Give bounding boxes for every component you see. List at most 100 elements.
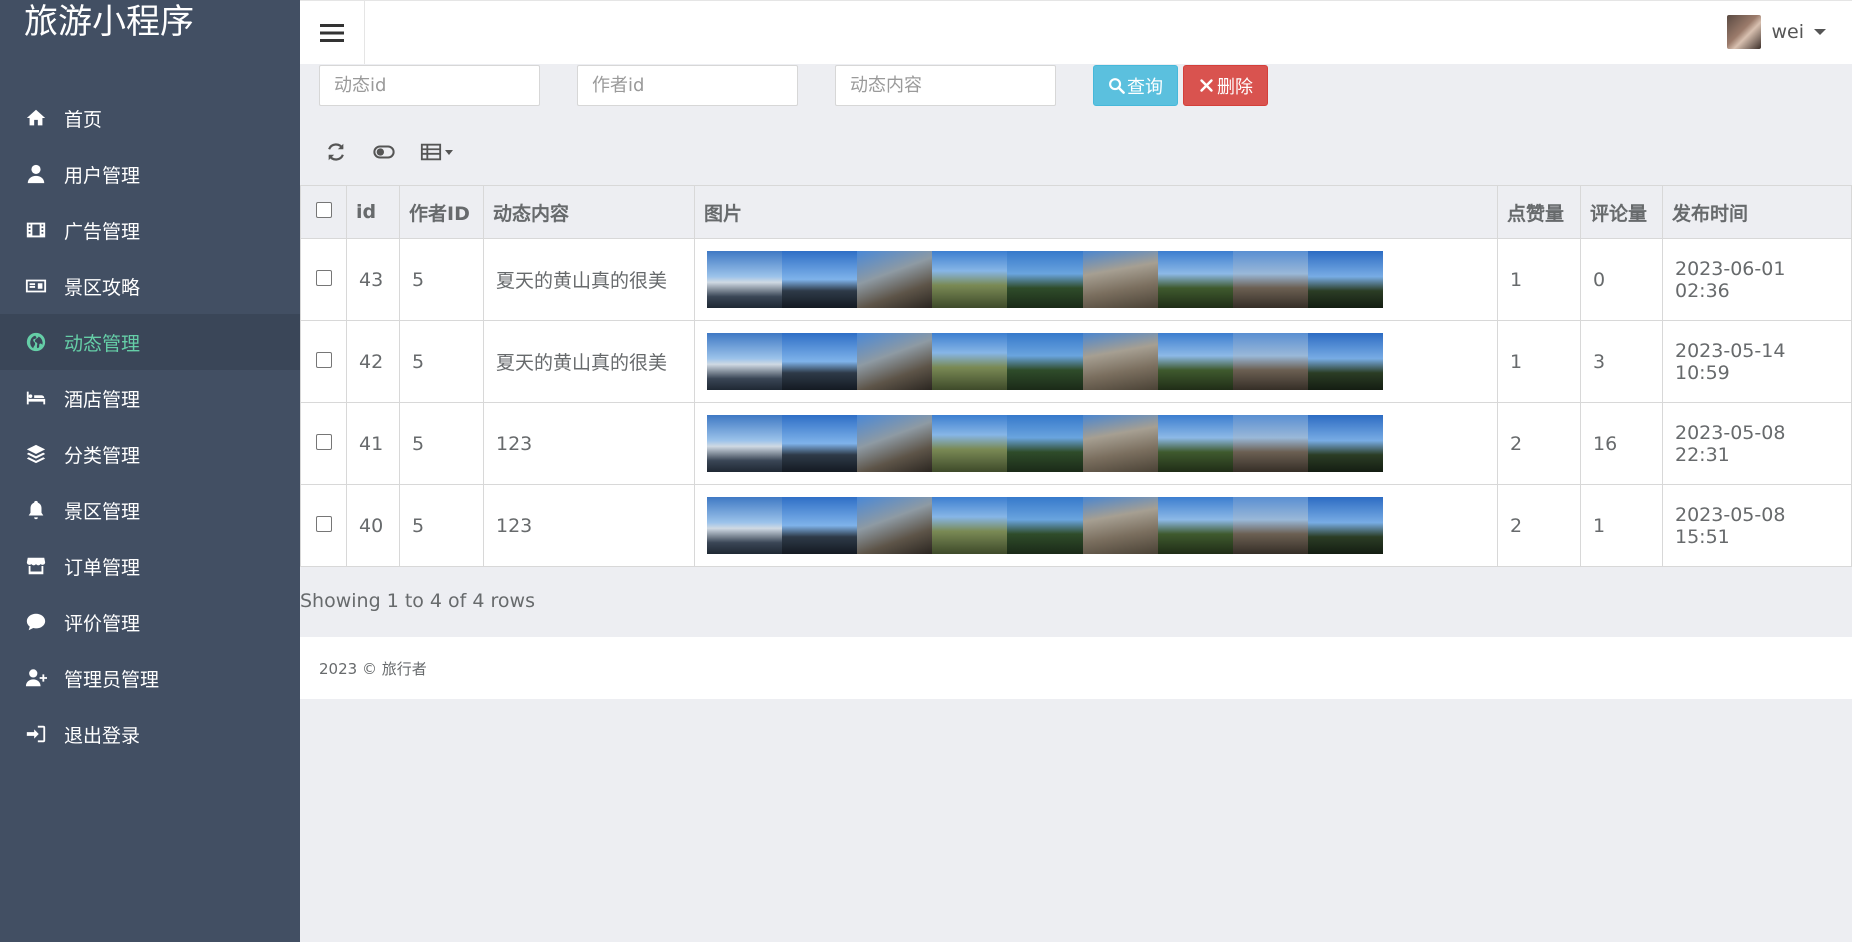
row-checkbox[interactable] (315, 515, 332, 532)
cell-comments: 0 (1580, 238, 1663, 321)
sidebar-item-label: 管理员管理 (64, 668, 160, 691)
photo-thumbnail[interactable] (1082, 251, 1158, 308)
sidebar-item-label: 景区管理 (64, 500, 141, 523)
photo-thumbnail[interactable] (1157, 415, 1233, 472)
cell-images (694, 402, 1498, 485)
column-header[interactable]: 图片 (694, 185, 1498, 239)
layers-icon (24, 442, 48, 466)
row-select-cell (300, 238, 347, 321)
photo-strip[interactable] (707, 415, 1383, 472)
photo-thumbnail[interactable] (1157, 497, 1233, 554)
photo-thumbnail[interactable] (782, 333, 858, 390)
row-checkbox[interactable] (315, 351, 332, 368)
id-card-icon (24, 274, 48, 298)
avatar (1727, 15, 1762, 49)
table-row[interactable]: 42 5 夏天的黄山真的很美 1 3 2023-05-14 10:59 (300, 320, 1852, 403)
sidebar-item-posts[interactable]: 动态管理 (0, 314, 300, 370)
photo-thumbnail[interactable] (1232, 497, 1308, 554)
photo-thumbnail[interactable] (1232, 333, 1308, 390)
photo-strip[interactable] (707, 333, 1383, 390)
photo-thumbnail[interactable] (1232, 415, 1308, 472)
column-header[interactable]: id (346, 185, 400, 239)
row-checkbox[interactable] (315, 269, 332, 286)
photo-thumbnail[interactable] (707, 497, 783, 554)
column-header[interactable]: 点赞量 (1497, 185, 1581, 239)
photo-thumbnail[interactable] (782, 415, 858, 472)
content-input[interactable] (835, 65, 1056, 106)
photo-thumbnail[interactable] (857, 415, 933, 472)
photo-thumbnail[interactable] (857, 251, 933, 308)
photo-thumbnail[interactable] (707, 333, 783, 390)
photo-thumbnail[interactable] (1307, 497, 1383, 554)
sidebar-item-hotels[interactable]: 酒店管理 (0, 370, 300, 426)
column-header[interactable]: 发布时间 (1662, 185, 1852, 239)
select-all-cell (300, 185, 347, 239)
sidebar-item-users[interactable]: 用户管理 (0, 146, 300, 202)
photo-thumbnail[interactable] (782, 497, 858, 554)
photo-thumbnail[interactable] (1082, 333, 1158, 390)
table-header-row: id 作者ID 动态内容 图片 点赞量 评论量 发布时间 (300, 185, 1852, 239)
table-row[interactable]: 43 5 夏天的黄山真的很美 1 0 2023-06-01 02:36 (300, 238, 1852, 321)
cell-comments: 3 (1580, 320, 1663, 403)
photo-thumbnail[interactable] (1007, 497, 1083, 554)
cell-likes: 2 (1497, 484, 1581, 567)
photo-thumbnail[interactable] (1082, 497, 1158, 554)
photo-thumbnail[interactable] (932, 251, 1008, 308)
toggle-view-button[interactable] (363, 135, 405, 169)
sidebar-item-ads[interactable]: 广告管理 (0, 202, 300, 258)
menu-toggle-button[interactable] (300, 1, 365, 64)
cell-comments: 16 (1580, 402, 1663, 485)
photo-thumbnail[interactable] (1307, 415, 1383, 472)
photo-strip[interactable] (707, 497, 1383, 554)
table-row[interactable]: 40 5 123 2 1 2023-05-08 15:51 (300, 484, 1852, 567)
column-header[interactable]: 作者ID (399, 185, 484, 239)
photo-thumbnail[interactable] (1307, 333, 1383, 390)
author-id-input[interactable] (577, 65, 798, 106)
column-header[interactable]: 动态内容 (483, 185, 695, 239)
pagination-summary: Showing 1 to 4 of 4 rows (300, 590, 535, 612)
photo-thumbnail[interactable] (1007, 251, 1083, 308)
photo-thumbnail[interactable] (857, 497, 933, 554)
sidebar-item-logout[interactable]: 退出登录 (0, 706, 300, 762)
columns-dropdown-button[interactable] (411, 135, 461, 169)
sidebar-item-guides[interactable]: 景区攻略 (0, 258, 300, 314)
sidebar-item-home[interactable]: 首页 (0, 90, 300, 146)
cell-likes: 1 (1497, 320, 1581, 403)
photo-thumbnail[interactable] (707, 415, 783, 472)
refresh-icon (328, 143, 344, 161)
sidebar-item-orders[interactable]: 订单管理 (0, 538, 300, 594)
refresh-button[interactable] (315, 135, 357, 169)
table-toolbar (315, 135, 467, 169)
photo-thumbnail[interactable] (1157, 251, 1233, 308)
photo-thumbnail[interactable] (1007, 333, 1083, 390)
photo-thumbnail[interactable] (1082, 415, 1158, 472)
photo-strip[interactable] (707, 251, 1383, 308)
column-header[interactable]: 评论量 (1580, 185, 1663, 239)
photo-thumbnail[interactable] (1157, 333, 1233, 390)
query-button[interactable]: 查询 (1093, 65, 1178, 106)
globe-icon (24, 330, 48, 354)
row-checkbox[interactable] (315, 433, 332, 450)
posts-table: id 作者ID 动态内容 图片 点赞量 评论量 发布时间 43 5 夏天的黄山真… (300, 185, 1852, 567)
toggle-icon (373, 145, 395, 159)
photo-thumbnail[interactable] (1307, 251, 1383, 308)
sidebar-item-reviews[interactable]: 评价管理 (0, 594, 300, 650)
photo-thumbnail[interactable] (932, 497, 1008, 554)
photo-thumbnail[interactable] (857, 333, 933, 390)
table-row[interactable]: 41 5 123 2 16 2023-05-08 22:31 (300, 402, 1852, 485)
caret-down-icon (444, 149, 453, 155)
sidebar-item-admins[interactable]: 管理员管理 (0, 650, 300, 706)
photo-thumbnail[interactable] (932, 415, 1008, 472)
photo-thumbnail[interactable] (707, 251, 783, 308)
photo-thumbnail[interactable] (782, 251, 858, 308)
sidebar-item-scenic[interactable]: 景区管理 (0, 482, 300, 538)
delete-button[interactable]: 删除 (1183, 65, 1268, 106)
photo-thumbnail[interactable] (1007, 415, 1083, 472)
post-id-input[interactable] (319, 65, 540, 106)
photo-thumbnail[interactable] (932, 333, 1008, 390)
cell-images (694, 320, 1498, 403)
sidebar-item-categories[interactable]: 分类管理 (0, 426, 300, 482)
user-menu[interactable]: wei (1727, 15, 1826, 49)
photo-thumbnail[interactable] (1232, 251, 1308, 308)
select-all-checkbox[interactable] (315, 202, 332, 218)
